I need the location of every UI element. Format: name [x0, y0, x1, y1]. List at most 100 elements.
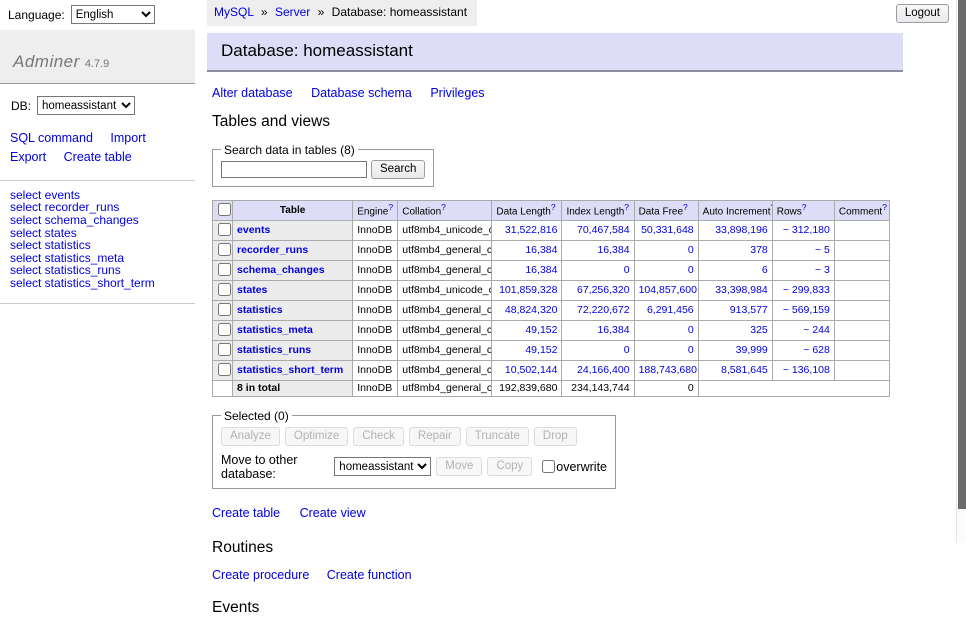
- index-length-link[interactable]: 16,384: [597, 324, 629, 336]
- sidebar-link-import[interactable]: Import: [110, 131, 145, 145]
- index-length-link[interactable]: 0: [624, 344, 630, 356]
- sidebar-link-export[interactable]: Export: [10, 150, 46, 164]
- index-length-hint-link[interactable]: ?: [624, 202, 629, 212]
- comment-hint-link[interactable]: ?: [882, 202, 887, 212]
- data-free-link[interactable]: 104,857,600: [639, 284, 697, 296]
- auto-increment-link[interactable]: 39,999: [736, 344, 768, 356]
- sidebar-link-sql-command[interactable]: SQL command: [10, 131, 93, 145]
- db-select[interactable]: homeassistant: [37, 96, 135, 115]
- auto-increment-link[interactable]: 913,577: [730, 304, 768, 316]
- row-checkbox[interactable]: [218, 283, 231, 296]
- auto-increment-link[interactable]: 33,398,984: [715, 284, 768, 296]
- optimize-button[interactable]: Optimize: [285, 427, 348, 446]
- index-length-link[interactable]: 72,220,672: [577, 304, 630, 316]
- data-free-link[interactable]: 188,743,680: [639, 364, 697, 376]
- auto-increment-link[interactable]: 8,581,645: [721, 364, 768, 376]
- rows-hint-link[interactable]: ?: [802, 202, 807, 212]
- search-input[interactable]: [221, 161, 367, 178]
- search-button[interactable]: Search: [371, 160, 425, 179]
- data-length-link[interactable]: 49,152: [525, 344, 557, 356]
- table-link-events[interactable]: events: [237, 224, 270, 236]
- data-free-link[interactable]: 0: [688, 344, 694, 356]
- data-free-hint-link[interactable]: ?: [683, 202, 688, 212]
- row-checkbox[interactable]: [218, 363, 231, 376]
- row-checkbox[interactable]: [218, 223, 231, 236]
- logout-button[interactable]: Logout: [896, 4, 949, 23]
- rows-count-link[interactable]: ~ 312,180: [783, 224, 830, 236]
- drop-button[interactable]: Drop: [534, 427, 577, 446]
- check-button[interactable]: Check: [353, 427, 404, 446]
- language-select[interactable]: English: [71, 5, 155, 24]
- privileges-link[interactable]: Privileges: [430, 86, 484, 100]
- table-link-statistics-meta[interactable]: statistics_meta: [237, 324, 313, 336]
- rows-count-link[interactable]: ~ 5: [815, 244, 830, 256]
- tables-table: Table Engine? Collation? Data Length? In…: [212, 200, 890, 397]
- index-length-link[interactable]: 0: [624, 264, 630, 276]
- engine-hint-link[interactable]: ?: [388, 202, 393, 212]
- table-link-statistics[interactable]: statistics: [237, 304, 283, 316]
- alter-database-link[interactable]: Alter database: [212, 86, 293, 100]
- rows-count-link[interactable]: ~ 569,159: [783, 304, 830, 316]
- data-length-link[interactable]: 48,824,320: [505, 304, 558, 316]
- create-procedure-link[interactable]: Create procedure: [212, 568, 309, 582]
- overwrite-checkbox[interactable]: [542, 460, 555, 473]
- repair-button[interactable]: Repair: [409, 427, 461, 446]
- auto-increment-link[interactable]: 6: [762, 264, 768, 276]
- row-checkbox[interactable]: [218, 323, 231, 336]
- analyze-button[interactable]: Analyze: [221, 427, 280, 446]
- breadcrumb-link-server[interactable]: Server: [275, 5, 310, 19]
- data-length-link[interactable]: 31,522,816: [505, 224, 558, 236]
- data-free-link[interactable]: 6,291,456: [647, 304, 694, 316]
- collation-cell: utf8mb4_unicode_ci: [398, 220, 492, 240]
- database-schema-link[interactable]: Database schema: [311, 86, 412, 100]
- data-free-link[interactable]: 0: [688, 244, 694, 256]
- sidebar-select-schema-changes[interactable]: select schema_changes: [10, 214, 185, 227]
- row-checkbox[interactable]: [218, 343, 231, 356]
- data-length-link[interactable]: 101,859,328: [499, 284, 557, 296]
- data-free-link[interactable]: 50,331,648: [641, 224, 694, 236]
- rows-count-link[interactable]: ~ 244: [803, 324, 830, 336]
- auto-increment-link[interactable]: 33,898,196: [715, 224, 768, 236]
- row-checkbox[interactable]: [218, 243, 231, 256]
- rows-count-link[interactable]: ~ 136,108: [783, 364, 830, 376]
- create-view-link[interactable]: Create view: [300, 506, 366, 520]
- collation-hint-link[interactable]: ?: [441, 202, 446, 212]
- index-length-link[interactable]: 70,467,584: [577, 224, 630, 236]
- data-length-link[interactable]: 16,384: [525, 244, 557, 256]
- sidebar-select-statistics[interactable]: select statistics: [10, 239, 185, 252]
- rows-count-link[interactable]: ~ 3: [815, 264, 830, 276]
- table-link-states[interactable]: states: [237, 284, 267, 296]
- table-link-statistics-short-term[interactable]: statistics_short_term: [237, 364, 343, 376]
- index-length-link[interactable]: 24,166,400: [577, 364, 630, 376]
- data-length-link[interactable]: 49,152: [525, 324, 557, 336]
- rows-count-link[interactable]: ~ 299,833: [783, 284, 830, 296]
- data-length-link[interactable]: 10,502,144: [505, 364, 558, 376]
- select-all-checkbox[interactable]: [218, 203, 231, 216]
- rows-count-link[interactable]: ~ 628: [803, 344, 830, 356]
- sidebar-link-create-table[interactable]: Create table: [64, 150, 132, 164]
- move-database-select[interactable]: homeassistant: [334, 457, 431, 476]
- data-free-link[interactable]: 0: [688, 264, 694, 276]
- truncate-button[interactable]: Truncate: [466, 427, 529, 446]
- create-function-link[interactable]: Create function: [327, 568, 412, 582]
- auto-increment-link[interactable]: 325: [750, 324, 768, 336]
- scrollbar-thumb[interactable]: [958, 0, 966, 509]
- adminer-logo-link[interactable]: Adminer: [13, 52, 80, 71]
- auto-increment-link[interactable]: 378: [750, 244, 768, 256]
- data-free-link[interactable]: 0: [688, 324, 694, 336]
- data-length-hint-link[interactable]: ?: [551, 202, 556, 212]
- table-link-statistics-runs[interactable]: statistics_runs: [237, 344, 311, 356]
- row-checkbox[interactable]: [218, 303, 231, 316]
- index-length-link[interactable]: 67,256,320: [577, 284, 630, 296]
- create-table-link[interactable]: Create table: [212, 506, 280, 520]
- breadcrumb-link-mysql[interactable]: MySQL: [214, 5, 254, 19]
- row-checkbox[interactable]: [218, 263, 231, 276]
- database-action-links: Alter database Database schema Privilege…: [212, 86, 903, 100]
- index-length-link[interactable]: 16,384: [597, 244, 629, 256]
- table-link-recorder-runs[interactable]: recorder_runs: [237, 244, 308, 256]
- copy-button[interactable]: Copy: [487, 457, 532, 476]
- table-link-schema-changes[interactable]: schema_changes: [237, 264, 325, 276]
- data-length-link[interactable]: 16,384: [525, 264, 557, 276]
- move-button[interactable]: Move: [436, 457, 482, 476]
- sidebar-select-statistics-short-term[interactable]: select statistics_short_term: [10, 277, 185, 290]
